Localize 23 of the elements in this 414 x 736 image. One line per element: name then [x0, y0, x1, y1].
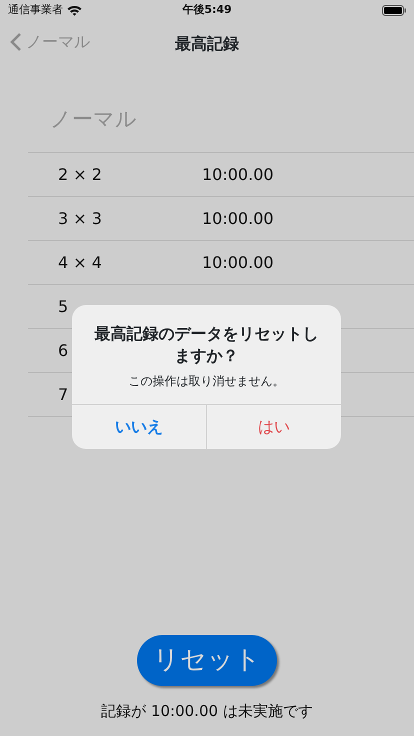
reset-button[interactable]: リセット [137, 635, 277, 686]
footer-text: 記録が 10:00.00 は未実施です [101, 700, 313, 722]
battery-icon [382, 4, 406, 16]
row-label: 6 [58, 340, 68, 360]
alert-button[interactable]: いいえ [72, 404, 206, 449]
back-button[interactable]: ノーマル [0, 30, 90, 54]
row-time: 10:00.00 [202, 208, 274, 230]
row-label: 5 [58, 296, 68, 316]
row-time: 10:00.00 [202, 164, 274, 186]
status-time: 午後5:49 [182, 2, 232, 18]
row-label: 2 × 2 [58, 164, 102, 184]
screen-title: 最高記録 [175, 34, 239, 53]
row-time: 10:00.00 [202, 252, 274, 274]
row-label: 3 × 3 [58, 208, 102, 228]
alert-message: この操作は取り消せません。 [128, 372, 286, 390]
alert-button[interactable]: はい [206, 404, 341, 449]
row-label: 4 × 4 [58, 252, 102, 272]
alert-title: 最高記録のデータをリセットしますか？ [94, 323, 320, 368]
section-header: ノーマル [49, 106, 138, 133]
row-label: 7 [58, 384, 68, 404]
chevron-left-icon [10, 32, 22, 52]
carrier-name: 通信事業者 [8, 2, 63, 18]
wifi-icon [67, 4, 82, 16]
